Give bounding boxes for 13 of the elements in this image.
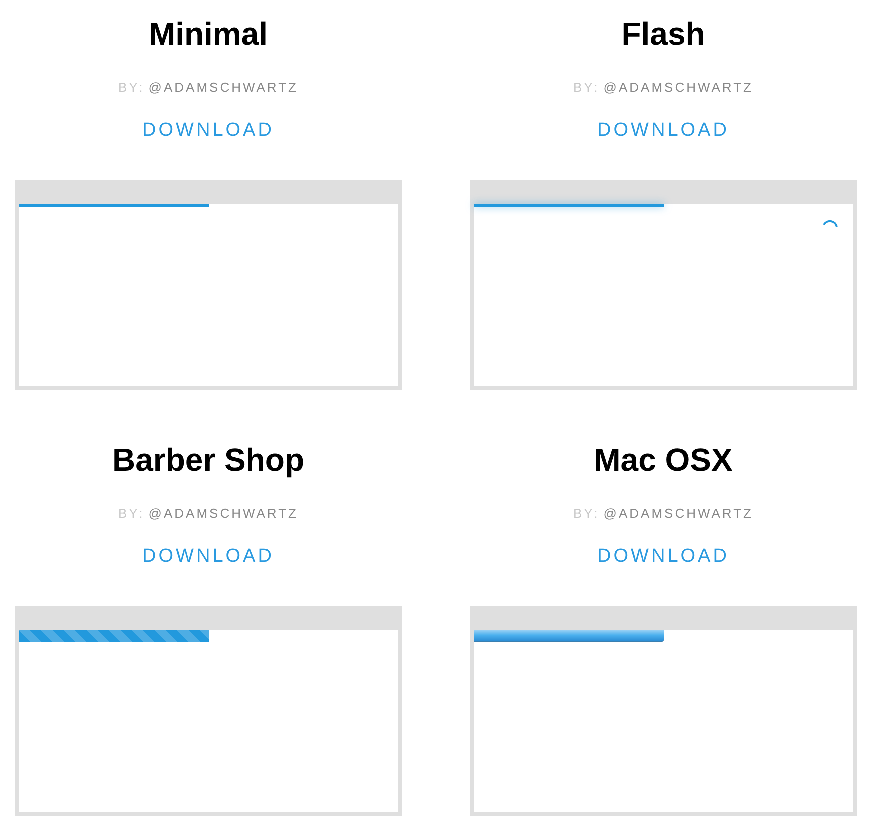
download-link[interactable]: DOWNLOAD	[598, 546, 730, 568]
download-link[interactable]: DOWNLOAD	[142, 120, 274, 142]
theme-title: Barber Shop	[111, 441, 306, 480]
theme-title: Flash	[620, 15, 706, 54]
theme-title: Mac OSX	[593, 441, 734, 480]
author-name: @ADAMSCHWARTZ	[148, 506, 298, 522]
download-link[interactable]: DOWNLOAD	[598, 120, 730, 142]
author-name: @ADAMSCHWARTZ	[604, 80, 754, 96]
author-name: @ADAMSCHWARTZ	[148, 80, 298, 96]
download-link[interactable]: DOWNLOAD	[142, 546, 274, 568]
spinner-icon	[823, 219, 838, 228]
theme-title: Minimal	[148, 15, 270, 54]
author-name: @ADAMSCHWARTZ	[604, 506, 754, 522]
